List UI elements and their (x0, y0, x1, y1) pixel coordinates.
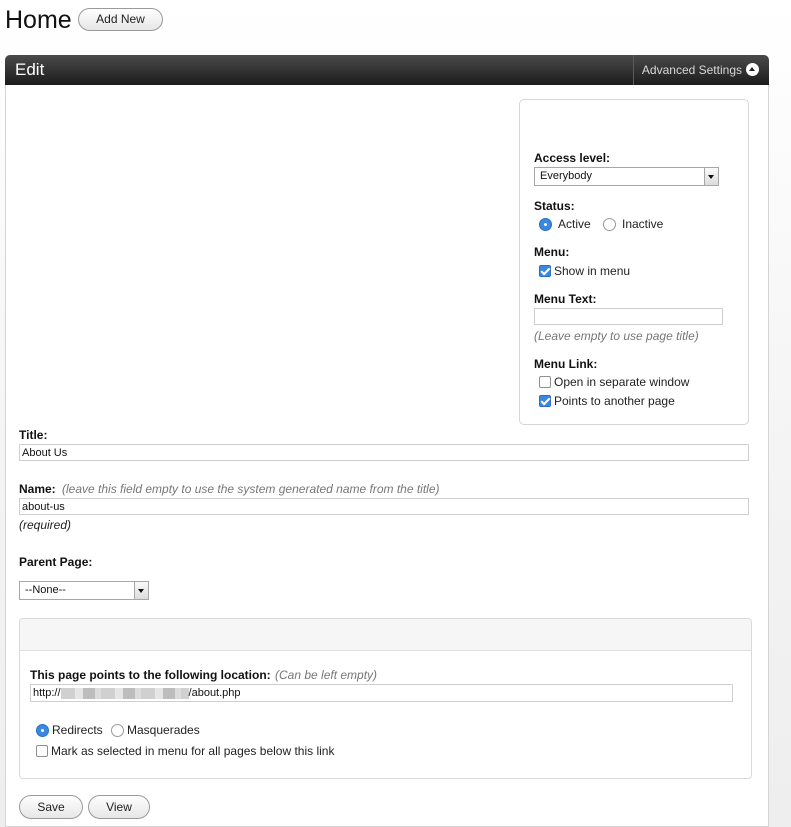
access-level-label: Access level: (534, 151, 611, 165)
redirects-label: Redirects (52, 723, 103, 737)
parent-page-value: --None-- (25, 584, 66, 596)
menu-text-hint: (Leave empty to use page title) (534, 329, 699, 343)
mark-selected-label: Mark as selected in menu for all pages b… (51, 744, 335, 758)
title-input[interactable] (19, 444, 749, 461)
status-active-label: Active (558, 217, 591, 231)
location-url-input[interactable]: http:// /about.php (30, 684, 733, 702)
parent-page-label: Parent Page: (19, 555, 93, 569)
status-inactive-radio[interactable] (603, 218, 616, 231)
menu-label: Menu: (534, 245, 570, 259)
add-new-button[interactable]: Add New (78, 8, 163, 31)
edit-panel-header: Edit Advanced Settings (5, 55, 769, 85)
access-level-value: Everybody (540, 170, 592, 182)
status-active-radio[interactable] (539, 218, 552, 231)
name-label: Name: (19, 482, 56, 496)
name-hint: (leave this field empty to use the syste… (62, 482, 440, 496)
advanced-settings-toggle[interactable]: Advanced Settings (632, 55, 759, 85)
name-required-note: (required) (19, 518, 72, 532)
points-to-another-page-label: Points to another page (554, 394, 675, 408)
redacted-host (60, 687, 189, 699)
location-box-header (20, 619, 751, 651)
menu-text-input[interactable] (534, 308, 723, 325)
advanced-settings-label: Advanced Settings (641, 63, 742, 77)
mark-selected-checkbox[interactable] (36, 745, 48, 757)
url-prefix: http:// (33, 687, 61, 699)
save-button[interactable]: Save (19, 795, 83, 819)
status-inactive-label: Inactive (622, 217, 664, 231)
url-suffix: /about.php (188, 687, 241, 699)
menu-link-label: Menu Link: (534, 357, 598, 371)
location-box: This page points to the following locati… (19, 618, 752, 779)
parent-page-select[interactable]: --None-- (19, 581, 149, 600)
show-in-menu-checkbox[interactable] (539, 265, 551, 277)
redirects-radio[interactable] (36, 724, 49, 737)
advanced-settings-box: Access level: Everybody Status: Active I… (519, 99, 749, 425)
edit-panel-title: Edit (15, 60, 45, 79)
view-button[interactable]: View (88, 795, 150, 819)
location-label: This page points to the following locati… (30, 668, 271, 682)
masquerades-radio[interactable] (111, 724, 124, 737)
dropdown-arrow-icon (134, 582, 148, 599)
page-title: Home (5, 6, 72, 34)
menu-text-label: Menu Text: (534, 292, 597, 306)
open-separate-window-checkbox[interactable] (539, 376, 551, 388)
show-in-menu-label: Show in menu (554, 264, 631, 278)
status-label: Status: (534, 199, 575, 213)
open-separate-window-label: Open in separate window (554, 375, 690, 389)
dropdown-arrow-icon (704, 168, 718, 185)
access-level-select[interactable]: Everybody (534, 167, 719, 186)
title-label: Title: (19, 428, 48, 442)
name-input[interactable] (19, 498, 749, 515)
collapse-arrow-icon (746, 63, 759, 77)
location-hint: (Can be left empty) (275, 668, 378, 682)
masquerades-label: Masquerades (127, 723, 200, 737)
points-to-another-page-checkbox[interactable] (539, 395, 551, 407)
